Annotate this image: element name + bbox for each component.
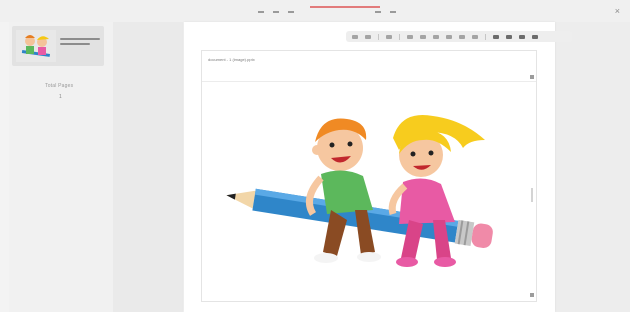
- toolbar-divider: [378, 33, 379, 40]
- control-icon[interactable]: [390, 11, 396, 13]
- control-icon[interactable]: [258, 11, 264, 13]
- control-icon[interactable]: [375, 11, 381, 13]
- document-header: document - 1 (image).pptx: [202, 51, 536, 82]
- control-icon[interactable]: [288, 11, 294, 13]
- link-icon[interactable]: [472, 34, 478, 39]
- bold-icon[interactable]: [407, 34, 413, 39]
- scroll-thumb[interactable]: [531, 188, 533, 202]
- toolbar-divider: [485, 33, 486, 40]
- formatting-toolbar: [346, 31, 572, 42]
- total-pages-count: 1: [59, 94, 62, 100]
- close-icon[interactable]: ×: [615, 6, 620, 16]
- underline-icon[interactable]: [433, 34, 439, 39]
- thumbnail-caption: [60, 38, 100, 48]
- redo-icon[interactable]: [365, 34, 371, 39]
- total-pages-label: Total Pages: [45, 83, 74, 89]
- right-gutter: [555, 22, 630, 312]
- undo-icon[interactable]: [352, 34, 358, 39]
- window-top-bar: ×: [0, 0, 630, 22]
- document-title: document - 1 (image).pptx: [208, 57, 255, 62]
- scroll-up-icon[interactable]: [530, 75, 534, 79]
- zoom-icon[interactable]: [386, 34, 392, 39]
- scroll-down-icon[interactable]: [530, 293, 534, 297]
- italic-icon[interactable]: [420, 34, 426, 39]
- image-icon[interactable]: [493, 34, 499, 39]
- page-thumbnail-sidebar: Total Pages 1: [9, 22, 113, 312]
- page-thumbnail[interactable]: [12, 26, 104, 66]
- align-icon[interactable]: [446, 34, 452, 39]
- active-tab-indicator: [310, 6, 380, 8]
- window-controls-right: [375, 11, 396, 13]
- control-icon[interactable]: [273, 11, 279, 13]
- kids-on-pencil-icon: [226, 114, 493, 267]
- table-icon[interactable]: [506, 34, 512, 39]
- vertical-scrollbar[interactable]: [530, 53, 534, 299]
- toolbar-divider: [399, 33, 400, 40]
- more-icon[interactable]: [532, 34, 538, 39]
- window-controls-left: [258, 11, 294, 13]
- thumbnail-image: [16, 30, 56, 62]
- left-gutter: [113, 22, 183, 312]
- share-icon[interactable]: [519, 34, 525, 39]
- list-icon[interactable]: [459, 34, 465, 39]
